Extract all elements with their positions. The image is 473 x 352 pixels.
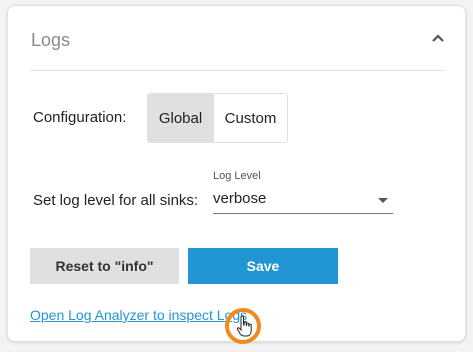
save-button[interactable]: Save bbox=[188, 248, 338, 284]
collapse-button[interactable] bbox=[426, 26, 450, 50]
custom-option-button[interactable]: Custom bbox=[213, 94, 287, 142]
configuration-toggle-group: Global Custom bbox=[147, 93, 288, 143]
log-level-label: Set log level for all sinks: bbox=[33, 192, 199, 209]
log-level-caption: Log Level bbox=[213, 170, 261, 182]
log-level-select[interactable]: Log Level verbose bbox=[213, 170, 393, 214]
global-option-button[interactable]: Global bbox=[148, 94, 213, 142]
select-underline bbox=[213, 213, 393, 214]
configuration-label: Configuration: bbox=[33, 109, 127, 126]
panel-title: Logs bbox=[31, 30, 71, 50]
log-level-value: verbose bbox=[213, 190, 267, 207]
logs-panel: Logs Configuration: Global Custom Set lo… bbox=[7, 5, 466, 344]
open-log-analyzer-link[interactable]: Open Log Analyzer to inspect Logs bbox=[30, 307, 247, 323]
chevron-up-icon bbox=[432, 34, 444, 42]
caret-down-icon bbox=[378, 198, 388, 203]
header-divider bbox=[30, 70, 445, 71]
reset-to-info-button[interactable]: Reset to "info" bbox=[30, 248, 179, 284]
